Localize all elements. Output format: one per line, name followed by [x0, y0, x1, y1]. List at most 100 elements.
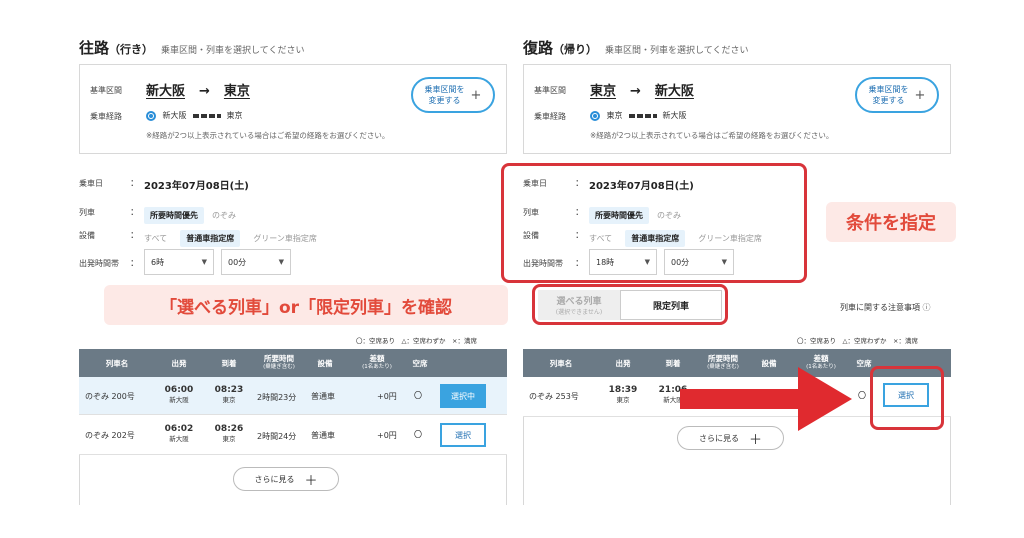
col-diff: 差額 (1名あたり) [362, 354, 392, 370]
return-facility-options: すべて 普通車指定席 グリーン車指定席 [589, 226, 762, 247]
divider [950, 417, 951, 505]
train-label: 列車 [523, 208, 539, 217]
facility-green-option[interactable]: グリーン車指定席 [698, 234, 762, 243]
train-notice-link[interactable]: 列車に関する注意事項 ⓘ [840, 302, 931, 313]
train-name: のぞみ 253号 [529, 392, 579, 401]
line-icon [192, 113, 221, 118]
segment-label: 基準区間 [534, 86, 566, 95]
route-label: 乗車経路 [90, 112, 122, 121]
train-priority-chip[interactable]: 所要時間優先 [589, 207, 649, 224]
plus-icon: + [914, 87, 926, 103]
outbound-facility-options: すべて 普通車指定席 グリーン車指定席 [144, 226, 317, 247]
train-type-option[interactable]: のぞみ [657, 211, 681, 220]
colon: ： [575, 259, 585, 269]
colon: ： [575, 179, 585, 189]
train-name: のぞみ 202号 [85, 431, 135, 440]
change-segment-button[interactable]: 乗車区間を 変更する + [855, 77, 939, 113]
facility-all-option[interactable]: すべて [144, 234, 167, 243]
train-priority-chip[interactable]: 所要時間優先 [144, 207, 204, 224]
depart-time: 18:39 東京 [608, 385, 638, 404]
route-note: ※経路が2つ以上表示されている場合はご希望の経路をお選びください。 [146, 131, 390, 140]
facility-label: 設備 [79, 231, 95, 240]
train-name: のぞみ 200号 [85, 392, 135, 401]
col-duration: 所要時間 (乗継ぎ含む) [263, 354, 295, 370]
return-minute-select[interactable]: 00分 ▼ [664, 249, 734, 275]
col-train-name: 列車名 [105, 359, 129, 368]
segment-label: 基準区間 [90, 86, 122, 95]
seat-status: 〇 [414, 391, 422, 400]
return-hour-select[interactable]: 18時 ▼ [589, 249, 657, 275]
colon: ： [575, 208, 585, 218]
col-depart: 出発 [615, 359, 631, 368]
time-label: 出発時間帯 [523, 259, 563, 268]
divider [79, 455, 80, 505]
outbound-minute-select[interactable]: 00分 ▼ [221, 249, 291, 275]
show-more-button[interactable]: さらに見る＋ [233, 467, 339, 491]
depart-time: 06:02 新大阪 [164, 424, 194, 443]
return-train-options: 所要時間優先 のぞみ [589, 203, 681, 224]
seat-legend: 〇：空席あり △：空席わずか ×：満席 [356, 337, 477, 345]
date-label: 乗車日 [79, 179, 103, 188]
change-segment-button[interactable]: 乗車区間を 変更する + [411, 77, 495, 113]
radio-selected-icon[interactable] [590, 110, 600, 121]
return-route-radio[interactable]: 東京 新大阪 [590, 110, 687, 121]
colon: ： [130, 208, 140, 218]
table-row[interactable]: のぞみ 200号 06:00 新大阪 08:23 東京 2時間23分 普通車 +0円… [79, 377, 507, 415]
col-arrive: 到着 [221, 359, 237, 368]
train-type-option[interactable]: のぞみ [212, 211, 236, 220]
train-label: 列車 [79, 208, 95, 217]
callout-conditions: 条件を指定 [826, 202, 956, 242]
time-label: 出発時間帯 [79, 259, 119, 268]
facility-reserved-chip[interactable]: 普通車指定席 [625, 230, 686, 247]
info-icon: ⓘ [922, 303, 931, 312]
col-depart: 出発 [171, 359, 187, 368]
colon: ： [130, 179, 140, 189]
plus-icon: ＋ [304, 473, 318, 489]
facility-label: 設備 [523, 231, 539, 240]
facility-green-option[interactable]: グリーン車指定席 [253, 234, 317, 243]
seat-legend: 〇：空席あり △：空席わずか ×：満席 [797, 337, 918, 345]
select-button-highlight [870, 366, 944, 430]
return-date: 2023年07月08日(土) [589, 181, 694, 192]
col-train-name: 列車名 [549, 359, 573, 368]
facility-reserved-chip[interactable]: 普通車指定席 [180, 230, 241, 247]
line-icon [628, 113, 657, 118]
outbound-route-box: 基準区間 新大阪 → 東京 乗車経路 新大阪 東京 ※経路が2つ以上表示されている場合… [79, 64, 507, 154]
chevron-down-icon: ▼ [644, 258, 650, 266]
seat-status: 〇 [858, 391, 866, 400]
show-more-button[interactable]: さらに見る＋ [677, 426, 784, 450]
route-note: ※経路が2つ以上表示されている場合はご希望の経路をお選びください。 [590, 131, 834, 140]
chevron-down-icon: ▼ [201, 258, 207, 266]
plus-icon: + [470, 87, 482, 103]
route-label: 乗車経路 [534, 112, 566, 121]
facility-all-option[interactable]: すべて [589, 234, 612, 243]
colon: ： [130, 259, 140, 269]
outbound-hour-select[interactable]: 6時 ▼ [144, 249, 214, 275]
outbound-title: 往路（行き） 乗車区間・列車を選択してください [79, 39, 305, 57]
seat-status: 〇 [414, 430, 422, 439]
outbound-date: 2023年07月08日(土) [144, 181, 249, 192]
price-diff: +0円 [377, 431, 397, 440]
col-seat: 空席 [412, 359, 428, 368]
callout-check-trains: 「選べる列車」or「限定列車」を確認 [104, 285, 508, 325]
price-diff: +0円 [377, 392, 397, 401]
select-button[interactable]: 選択 [440, 423, 486, 447]
tab-selectable-trains[interactable]: 選べる列車 (選択できません) [538, 290, 620, 320]
tab-limited-trains[interactable]: 限定列車 [620, 290, 722, 320]
duration: 2時間24分 [257, 432, 297, 441]
radio-selected-icon[interactable] [146, 110, 156, 121]
arrive-time: 08:23 東京 [214, 385, 244, 404]
chevron-down-icon: ▼ [721, 258, 727, 266]
outbound-route-radio[interactable]: 新大阪 東京 [146, 110, 243, 121]
return-title: 復路（帰り） 乗車区間・列車を選択してください [523, 39, 749, 57]
outbound-train-options: 所要時間優先 のぞみ [144, 203, 236, 224]
date-label: 乗車日 [523, 179, 547, 188]
table-row[interactable]: のぞみ 202号 06:02 新大阪 08:26 東京 2時間24分 普通車 +0円… [79, 415, 507, 455]
depart-time: 06:00 新大阪 [164, 385, 194, 404]
chevron-down-icon: ▼ [278, 258, 284, 266]
facility: 普通車 [311, 431, 335, 440]
arrive-time: 08:26 東京 [214, 424, 244, 443]
colon: ： [575, 231, 585, 241]
colon: ： [130, 231, 140, 241]
selected-button[interactable]: 選択中 [440, 384, 486, 408]
